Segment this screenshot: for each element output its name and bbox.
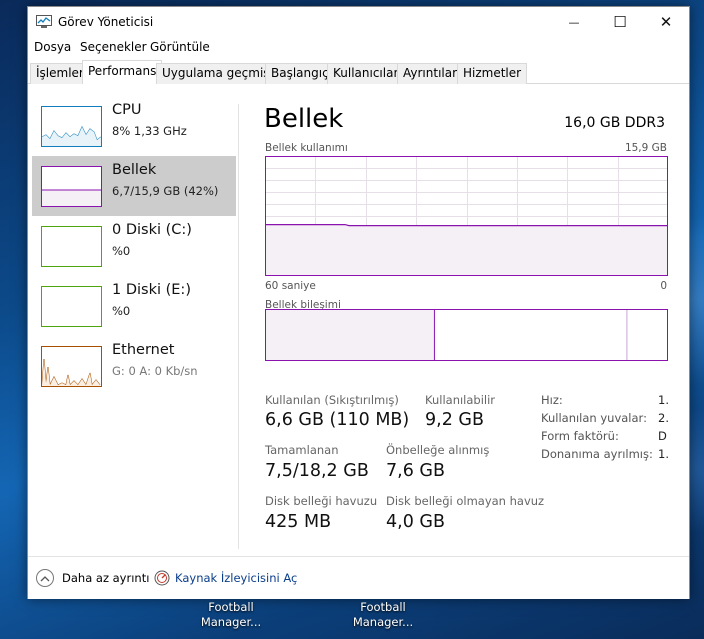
- composition-in-use: [266, 310, 435, 360]
- resource-monitor-icon: [154, 570, 170, 586]
- memory-usage-graph: [265, 156, 668, 276]
- tab-bar: İşlemler Performans Uygulama geçmişi Baş…: [28, 60, 689, 85]
- form-factor-label: Form faktörü:: [541, 429, 619, 443]
- sidebar-item-ethernet[interactable]: Ethernet G: 0 A: 0 Kb/sn: [32, 336, 236, 396]
- paged-pool-value: 425 MB: [265, 512, 332, 532]
- chevron-up-icon: [36, 569, 54, 587]
- usage-chart-label: Bellek kullanımı: [265, 142, 348, 154]
- menu-view[interactable]: Görüntüle: [150, 40, 210, 54]
- sidebar-item-label: 0 Diski (C:): [112, 222, 192, 238]
- close-icon: ✕: [659, 13, 673, 31]
- menu-options[interactable]: Seçenekler: [80, 40, 147, 54]
- available-value: 9,2 GB: [425, 410, 484, 430]
- hardware-reserved-label: Donanıma ayrılmış:: [541, 447, 653, 461]
- paged-pool-label: Disk belleği havuzu: [265, 494, 378, 508]
- maximize-icon: ☐: [613, 13, 627, 31]
- speed-label: Hız:: [541, 393, 563, 407]
- menu-file[interactable]: Dosya: [34, 40, 71, 54]
- tab-services[interactable]: Hizmetler: [457, 63, 528, 84]
- sidebar-item-detail: %0: [112, 304, 131, 318]
- desktop-shortcut-label-line1: Football: [360, 600, 406, 614]
- tab-processes[interactable]: İşlemler: [30, 63, 90, 84]
- tab-users[interactable]: Kullanıcılar: [327, 63, 405, 84]
- cached-value: 7,6 GB: [386, 461, 445, 481]
- speed-value: 1.: [658, 393, 669, 407]
- sidebar-divider: [238, 104, 239, 549]
- tab-startup[interactable]: Başlangıç: [265, 63, 335, 84]
- usage-chart-max: 15,9 GB: [624, 142, 667, 154]
- title-bar: Görev Yöneticisi — ☐ ✕: [28, 7, 689, 37]
- footer: Daha az ayrıntı Kaynak İzleyicisini Aç: [28, 556, 689, 599]
- in-use-label: Kullanılan (Sıkıştırılmış): [265, 393, 399, 407]
- fewer-details-button[interactable]: Daha az ayrıntı: [36, 567, 149, 589]
- window-title: Görev Yöneticisi: [58, 15, 154, 29]
- slots-used-value: 2.: [658, 411, 669, 425]
- tab-performance[interactable]: Performans: [82, 60, 163, 85]
- form-factor-value: D: [658, 429, 667, 443]
- open-resource-monitor-link[interactable]: Kaynak İzleyicisini Aç: [154, 567, 297, 589]
- available-label: Kullanılabilir: [425, 393, 496, 407]
- time-axis-right: 0: [660, 280, 667, 292]
- memory-thumbnail-graph: [41, 166, 102, 207]
- time-axis-left: 60 saniye: [265, 280, 316, 292]
- tab-app-history[interactable]: Uygulama geçmişi: [156, 63, 279, 84]
- desktop-shortcut[interactable]: Football Manager...: [186, 600, 276, 630]
- sidebar-item-disk-0[interactable]: 0 Diski (C:) %0: [32, 216, 236, 276]
- slots-used-label: Kullanılan yuvalar:: [541, 411, 647, 425]
- fewer-details-label: Daha az ayrıntı: [62, 571, 150, 585]
- desktop-shortcut[interactable]: Football Manager...: [338, 600, 428, 630]
- desktop-shortcut-label-line1: Football: [208, 600, 254, 614]
- performance-panel: CPU 8% 1,33 GHz Bellek 6,7/15,9 GB (42%)…: [28, 84, 689, 556]
- sidebar-item-label: Bellek: [112, 162, 157, 178]
- memory-composition-bar: [265, 309, 668, 361]
- sidebar-item-detail: 8% 1,33 GHz: [112, 124, 187, 138]
- in-use-value: 6,6 GB (110 MB): [265, 410, 410, 430]
- sidebar-item-label: CPU: [112, 102, 142, 118]
- disk-thumbnail-graph: [41, 286, 102, 327]
- maximize-button[interactable]: ☐: [597, 7, 643, 37]
- desktop-shortcut-label-line2: Manager...: [200, 615, 262, 629]
- cached-label: Önbelleğe alınmış: [386, 443, 490, 457]
- sidebar-item-detail: 6,7/15,9 GB (42%): [112, 184, 219, 198]
- cpu-thumbnail-graph: [41, 106, 102, 147]
- sidebar-item-disk-1[interactable]: 1 Diski (E:) %0: [32, 276, 236, 336]
- close-button[interactable]: ✕: [643, 7, 689, 37]
- sidebar-item-cpu[interactable]: CPU 8% 1,33 GHz: [32, 96, 236, 156]
- sidebar-item-detail: %0: [112, 244, 131, 258]
- sidebar-item-label: Ethernet: [112, 342, 175, 358]
- desktop-shortcut-label-line2: Manager...: [352, 615, 414, 629]
- minimize-icon: —: [568, 15, 580, 29]
- task-manager-app-icon: [36, 15, 52, 28]
- page-title: Bellek: [264, 104, 344, 134]
- nonpaged-pool-label: Disk belleği olmayan havuz: [386, 494, 545, 508]
- hardware-reserved-value: 1.: [658, 447, 669, 461]
- committed-label: Tamamlanan: [265, 443, 339, 457]
- minimize-button[interactable]: —: [551, 7, 597, 37]
- task-manager-window: Görev Yöneticisi — ☐ ✕ Dosya Seçenekler …: [27, 6, 690, 599]
- sidebar-item-detail: G: 0 A: 0 Kb/sn: [112, 364, 198, 378]
- memory-usage-area: [265, 224, 668, 276]
- resource-monitor-label: Kaynak İzleyicisini Aç: [175, 571, 298, 585]
- tab-details[interactable]: Ayrıntılar: [397, 63, 464, 84]
- nonpaged-pool-value: 4,0 GB: [386, 512, 445, 532]
- disk-thumbnail-graph: [41, 226, 102, 267]
- committed-value: 7,5/18,2 GB: [265, 461, 369, 481]
- ethernet-thumbnail-graph: [41, 346, 102, 387]
- sidebar-item-label: 1 Diski (E:): [112, 282, 191, 298]
- sidebar-item-memory[interactable]: Bellek 6,7/15,9 GB (42%): [32, 156, 236, 216]
- memory-spec: 16,0 GB DDR3: [564, 115, 665, 131]
